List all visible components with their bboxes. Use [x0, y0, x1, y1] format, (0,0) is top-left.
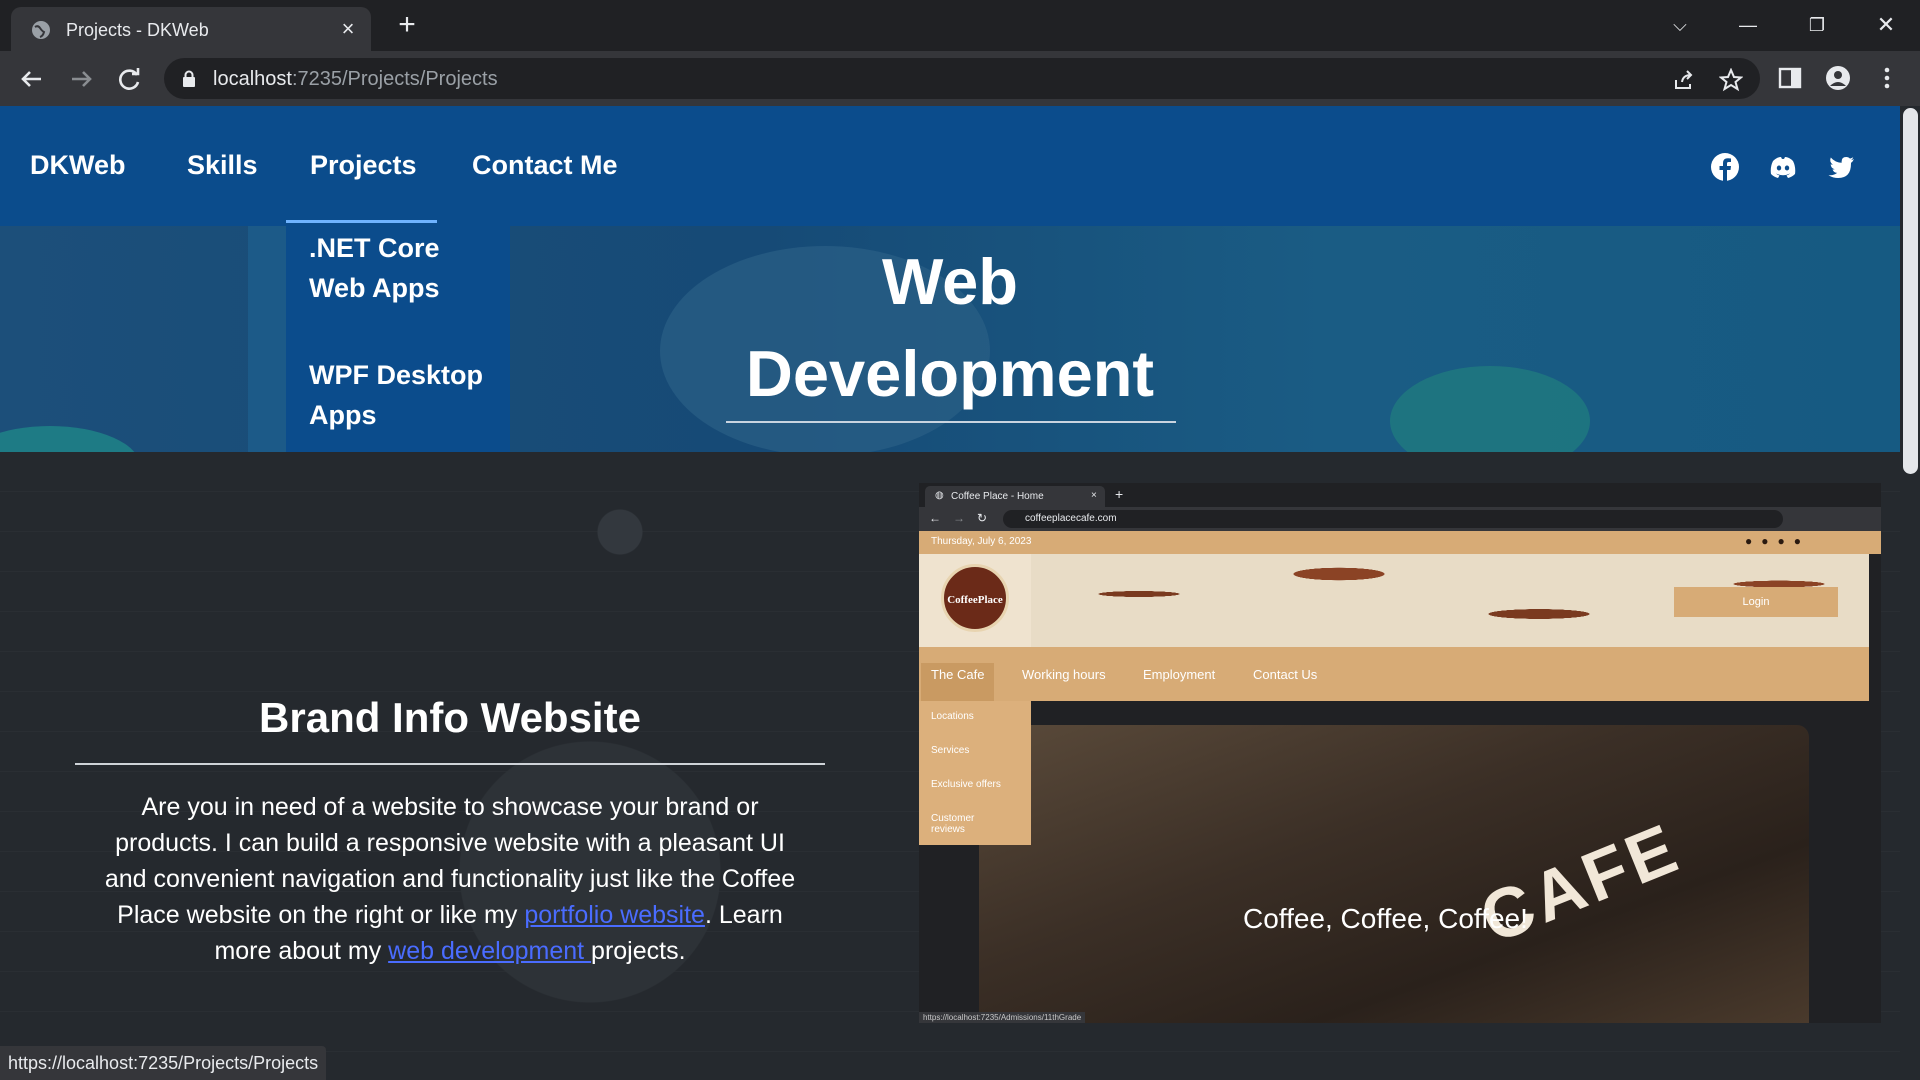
coffee-place-screenshot: ◍ Coffee Place - Home × + ← → ↻ coffeepl… [919, 483, 1881, 1023]
nav-projects[interactable]: Projects [286, 150, 437, 223]
shot-logo: CoffeePlace [941, 564, 1009, 632]
shot-menu-bar: The Cafe Working hours Employment Contac… [919, 647, 1869, 712]
nav-skills[interactable]: Skills [187, 150, 258, 181]
lock-icon[interactable] [182, 70, 196, 87]
shot-new-tab-icon: + [1115, 486, 1124, 502]
profile-icon[interactable] [1825, 65, 1851, 91]
browser-tab[interactable]: Projects - DKWeb × [11, 7, 371, 51]
shot-logo-area: CoffeePlace [919, 554, 1031, 647]
portfolio-website-link[interactable]: portfolio website [524, 901, 705, 929]
shot-back-icon: ← [929, 511, 941, 525]
hero-title-line2: Development [745, 337, 1155, 410]
page-content: DKWeb Skills Projects Contact Me Web Dev… [0, 106, 1920, 1080]
shot-submenu: Locations Services Exclusive offers Cust… [919, 701, 1031, 845]
forward-icon[interactable] [64, 62, 98, 96]
close-window-icon[interactable]: ✕ [1866, 10, 1906, 40]
section-title: Brand Info Website [259, 694, 641, 741]
discord-icon[interactable] [1768, 152, 1798, 182]
section-divider [75, 763, 825, 765]
browser-tab-strip: Projects - DKWeb × + ⌵ — ❐ ✕ [0, 0, 1920, 51]
shot-toolbar: ← → ↻ coffeeplacecafe.com [919, 507, 1881, 531]
tab-close-icon[interactable]: × [335, 16, 361, 42]
shot-login-button: Login [1674, 587, 1838, 617]
share-icon[interactable] [1672, 68, 1696, 92]
dropdown-item-wpf[interactable]: WPF Desktop Apps [309, 355, 499, 435]
projects-dropdown: .NET Core Web Apps WPF Desktop Apps [286, 226, 510, 466]
shot-forward-icon: → [953, 511, 965, 525]
shot-address-bar: coffeeplacecafe.com [1003, 510, 1783, 528]
minimize-icon[interactable]: — [1728, 10, 1768, 40]
site-navbar: DKWeb Skills Projects Contact Me [0, 106, 1900, 226]
shot-menu-contact-us: Contact Us [1253, 667, 1318, 682]
shot-menu-working-hours: Working hours [1022, 667, 1106, 682]
side-panel-icon[interactable] [1777, 65, 1803, 91]
bookmark-star-icon[interactable] [1719, 68, 1743, 92]
address-url: localhost:7235/Projects/Projects [213, 68, 498, 90]
address-bar[interactable]: localhost:7235/Projects/Projects [164, 58, 1760, 99]
link-status-bar: https://localhost:7235/Projects/Projects [0, 1046, 327, 1080]
more-menu-icon[interactable] [1874, 65, 1900, 91]
hero-title: Web Development [720, 236, 1180, 420]
tab-title: Projects - DKWeb [66, 20, 209, 40]
shot-close-icon: × [1091, 490, 1097, 501]
shot-tab-strip: ◍ Coffee Place - Home × + [919, 483, 1881, 507]
section-body: Are you in need of a website to showcase… [104, 793, 796, 965]
shot-submenu-services: Services [931, 745, 970, 756]
shot-top-bar: Thursday, July 6, 2023 ●●●● [919, 531, 1881, 554]
shot-tab: ◍ Coffee Place - Home × [925, 486, 1105, 507]
shot-date: Thursday, July 6, 2023 [931, 536, 1032, 547]
reload-icon[interactable] [112, 62, 146, 96]
shot-menu-employment: Employment [1143, 667, 1216, 682]
shot-submenu-locations: Locations [931, 711, 974, 722]
shot-submenu-customer-reviews: Customer reviews [931, 813, 975, 835]
dropdown-item-net-core[interactable]: .NET Core Web Apps [309, 228, 499, 308]
hero-decoration [0, 426, 140, 452]
brand-link[interactable]: DKWeb [30, 150, 126, 181]
shot-reload-icon: ↻ [977, 511, 988, 525]
web-development-link[interactable]: web development [388, 937, 591, 965]
shot-slogan: Coffee, Coffee, Coffee! [1243, 903, 1528, 934]
globe-icon [32, 21, 50, 39]
browser-toolbar: localhost:7235/Projects/Projects [0, 51, 1920, 106]
shot-tab-title: Coffee Place - Home [951, 491, 1044, 502]
shot-status-bar: https://localhost:7235/Admissions/11thGr… [919, 1012, 1086, 1023]
hero-title-line1: Web [881, 245, 1019, 318]
shot-url: coffeeplacecafe.com [1025, 513, 1117, 524]
shot-globe-icon: ◍ [935, 490, 944, 501]
shot-submenu-exclusive-offers: Exclusive offers [931, 779, 1001, 790]
back-icon[interactable] [15, 62, 49, 96]
hero-decoration [1390, 366, 1590, 452]
twitter-icon[interactable] [1826, 152, 1856, 182]
tab-search-icon[interactable]: ⌵ [1660, 10, 1700, 40]
facebook-icon[interactable] [1710, 152, 1740, 182]
nav-contact-me[interactable]: Contact Me [472, 150, 618, 181]
scrollbar-thumb[interactable] [1903, 108, 1918, 474]
restore-icon[interactable]: ❐ [1797, 10, 1837, 40]
shot-social-icons: ●●●● [1745, 534, 1810, 548]
hero-divider [726, 421, 1176, 423]
new-tab-icon[interactable]: + [392, 10, 422, 41]
